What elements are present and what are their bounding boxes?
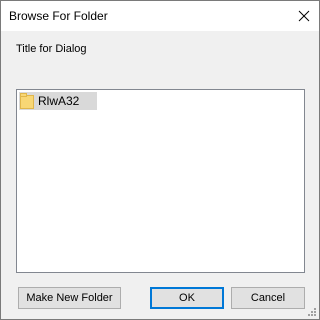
browse-for-folder-dialog: Browse For Folder Title for Dialog RlwA3… xyxy=(0,0,320,320)
ok-button[interactable]: OK xyxy=(150,287,224,309)
cancel-button[interactable]: Cancel xyxy=(231,287,305,309)
tree-item-rlwa32[interactable]: RlwA32 xyxy=(19,92,97,110)
make-new-folder-button[interactable]: Make New Folder xyxy=(18,287,121,309)
dialog-prompt: Title for Dialog xyxy=(16,43,87,55)
tree-item-label: RlwA32 xyxy=(38,94,80,108)
close-icon xyxy=(298,10,310,22)
window-title: Browse For Folder xyxy=(9,9,108,23)
folder-tree[interactable]: RlwA32 xyxy=(16,89,305,273)
title-bar[interactable]: Browse For Folder xyxy=(1,1,319,31)
close-button[interactable] xyxy=(289,1,319,31)
resize-grip-icon[interactable] xyxy=(307,307,317,317)
folder-icon xyxy=(20,93,34,109)
